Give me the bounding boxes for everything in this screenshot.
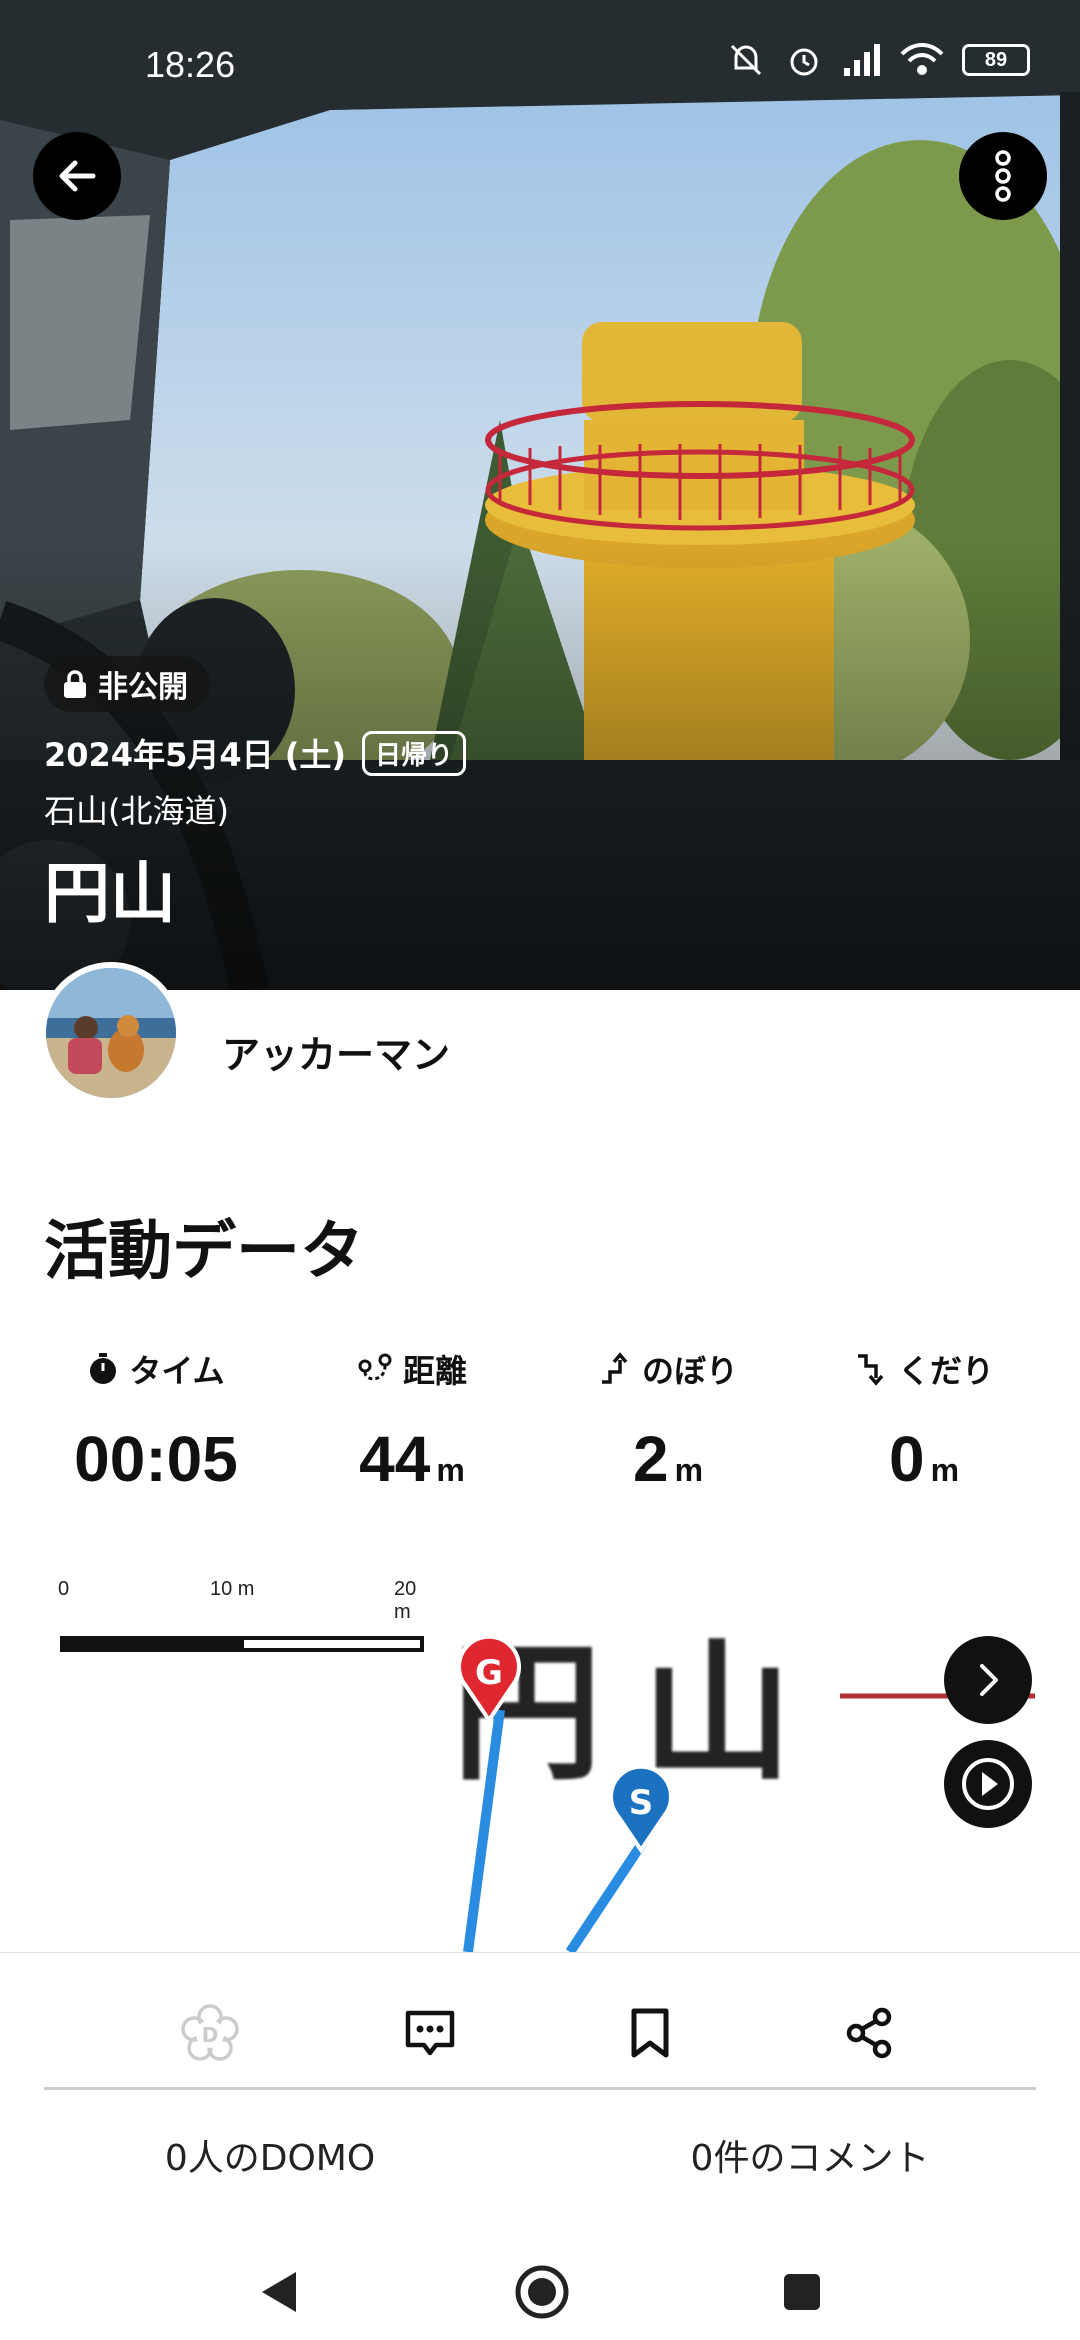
distance-icon bbox=[358, 1353, 392, 1381]
comment-icon bbox=[405, 2010, 455, 2056]
status-bar: 18:26 89 bbox=[0, 0, 1080, 130]
domo-flower-icon: D bbox=[181, 2004, 239, 2061]
back-button[interactable] bbox=[33, 132, 121, 220]
stat-distance-label: 距離 bbox=[402, 1352, 467, 1390]
activity-date-row: 2024年5月4日 (土) 日帰り bbox=[44, 730, 467, 776]
divider bbox=[44, 2087, 1036, 2090]
activity-section-title: 活動データ bbox=[44, 1215, 364, 1289]
activity-date: 2024年5月4日 (土) bbox=[44, 736, 346, 774]
stat-ascent: のぼり 2m bbox=[540, 1346, 796, 1496]
area-name: 石山(北海道) bbox=[44, 792, 229, 830]
bookmark-icon bbox=[631, 2008, 669, 2058]
comment-button[interactable] bbox=[390, 1993, 470, 2073]
screen: 18:26 89 非公開 2024年5月4日 (土) 日帰り 石山(北海道) 円… bbox=[0, 0, 1080, 2340]
lock-icon bbox=[64, 670, 86, 698]
stat-descent: くだり 0m bbox=[796, 1346, 1052, 1496]
nav-home-icon[interactable] bbox=[514, 2264, 570, 2320]
stat-ascent-value: 2 bbox=[632, 1423, 669, 1495]
comment-count[interactable]: 0件のコメント bbox=[540, 2129, 1080, 2181]
status-time: 18:26 bbox=[145, 44, 236, 85]
social-counts: 0人のDOMO 0件のコメント bbox=[0, 2129, 1080, 2181]
more-options-button[interactable] bbox=[959, 132, 1047, 220]
activity-stats: タイム 00:05 距離 44 m のぼり 2m くだり 0m bbox=[28, 1346, 1052, 1496]
bottom-panel: D 0人のDOMO 0件のコメント bbox=[0, 1952, 1080, 2340]
mute-bell-icon bbox=[730, 44, 762, 76]
stat-time-value: 00:05 bbox=[74, 1423, 238, 1495]
system-nav-bar bbox=[0, 2243, 1080, 2340]
share-icon bbox=[846, 2007, 892, 2059]
domo-count[interactable]: 0人のDOMO bbox=[0, 2129, 540, 2181]
battery-indicator: 89 bbox=[962, 44, 1030, 76]
stat-descent-label: くだり bbox=[897, 1352, 994, 1390]
ascent-icon bbox=[601, 1352, 628, 1384]
signal-icon bbox=[844, 44, 880, 76]
stat-time-label: タイム bbox=[129, 1352, 225, 1390]
nav-back-icon[interactable] bbox=[256, 2268, 304, 2316]
map-play-button[interactable] bbox=[944, 1740, 1032, 1828]
svg-text:D: D bbox=[202, 2023, 219, 2047]
goal-marker-label: G bbox=[475, 1653, 503, 1693]
start-marker-label: S bbox=[629, 1783, 654, 1823]
map-expand-button[interactable] bbox=[944, 1636, 1032, 1724]
avatar[interactable] bbox=[40, 962, 182, 1104]
hero-photo: 18:26 89 非公開 2024年5月4日 (土) 日帰り 石山(北海道) 円… bbox=[0, 0, 1080, 990]
start-marker[interactable]: S bbox=[606, 1764, 676, 1854]
stat-distance: 距離 44 m bbox=[284, 1346, 540, 1496]
wifi-icon bbox=[900, 43, 944, 75]
domo-button[interactable]: D bbox=[170, 1993, 250, 2073]
stopwatch-icon bbox=[90, 1353, 117, 1384]
action-bar: D bbox=[0, 1993, 1080, 2073]
route-track bbox=[463, 1693, 1035, 1952]
arrow-left-icon bbox=[59, 160, 96, 192]
chevron-right-icon bbox=[980, 1664, 998, 1696]
goal-marker[interactable]: G bbox=[454, 1634, 524, 1724]
privacy-label: 非公開 bbox=[98, 670, 188, 705]
descent-icon bbox=[857, 1354, 884, 1386]
stat-distance-value: 44 bbox=[359, 1423, 431, 1495]
stat-distance-unit: m bbox=[436, 1452, 465, 1488]
bookmark-button[interactable] bbox=[610, 1993, 690, 2073]
alarm-icon bbox=[790, 48, 818, 76]
nav-recents-icon[interactable] bbox=[780, 2270, 824, 2314]
status-icons: 89 bbox=[726, 40, 1030, 80]
username[interactable]: アッカーマン bbox=[222, 1024, 450, 1079]
trip-type-badge: 日帰り bbox=[362, 730, 467, 776]
avatar-image bbox=[46, 968, 176, 1098]
stat-descent-value: 0 bbox=[888, 1423, 925, 1495]
route-map[interactable]: 0 10 m 20 m 円山 G S bbox=[0, 1550, 1080, 1952]
stat-time: タイム 00:05 bbox=[28, 1346, 284, 1496]
more-vertical-icon bbox=[995, 150, 1011, 202]
stat-ascent-unit: m bbox=[674, 1452, 704, 1488]
stat-ascent-label: のぼり bbox=[641, 1352, 738, 1390]
mountain-title: 円山 bbox=[44, 855, 176, 932]
privacy-badge: 非公開 bbox=[44, 656, 210, 712]
play-circle-icon bbox=[962, 1758, 1014, 1810]
share-button[interactable] bbox=[830, 1993, 910, 2073]
stat-descent-unit: m bbox=[930, 1452, 960, 1488]
